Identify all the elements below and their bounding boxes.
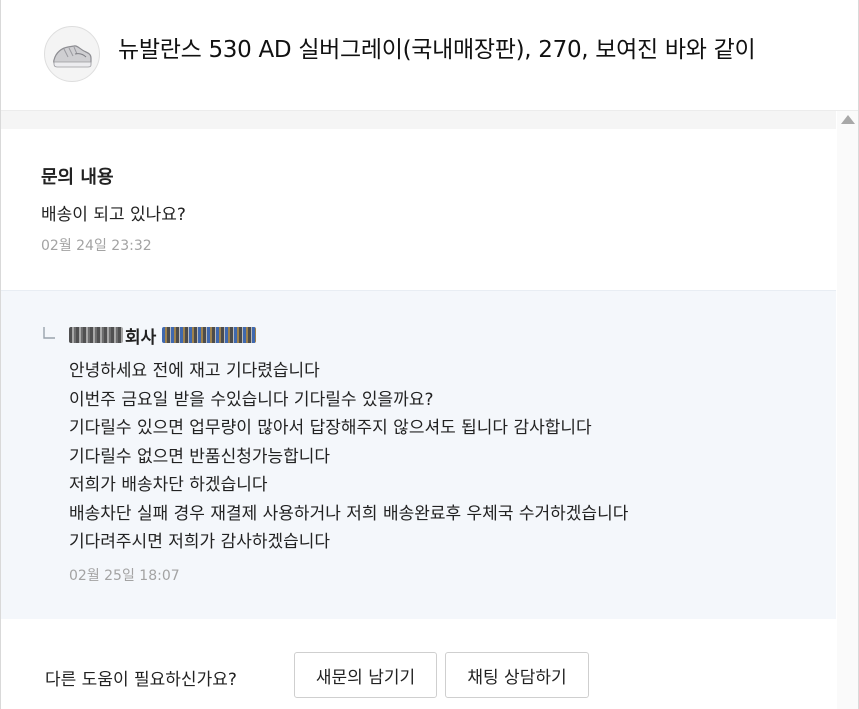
answer-line: 기다려주시면 저희가 감사하겠습니다: [69, 532, 331, 552]
answer-line: 배송차단 실패 경우 재결제 사용하거나 저희 배송완료후 우체국 수거하겠습니…: [69, 503, 629, 524]
seller-name-suffix: 회사: [125, 327, 157, 348]
product-thumbnail: [44, 26, 100, 82]
scroll-up-arrow-icon[interactable]: [841, 115, 855, 124]
question-label: 문의 내용: [41, 167, 114, 188]
inquiry-detail-window: 뉴발란스 530 AD 실버그레이(국내매장판), 270, 보여진 바와 같이…: [0, 0, 859, 709]
vertical-scrollbar[interactable]: [837, 111, 858, 709]
inquiry-content: 문의 내용 배송이 되고 있나요? 02월 24일 23:32 회사 안녕하세요…: [1, 129, 836, 709]
answer-line: 기다릴수 없으면 반품신청가능합니다: [69, 446, 331, 467]
question-date: 02월 24일 23:32: [41, 238, 152, 254]
product-title: 뉴발란스 530 AD 실버그레이(국내매장판), 270, 보여진 바와 같이: [118, 37, 756, 63]
answer-line: 기다릴수 있으면 업무량이 많아서 답장해주지 않으셔도 됩니다 감사합니다: [69, 418, 592, 438]
new-inquiry-button[interactable]: 새문의 남기기: [294, 652, 437, 698]
help-prompt: 다른 도움이 필요하신가요?: [45, 670, 237, 690]
seller-name-redacted: [162, 327, 257, 343]
product-header: 뉴발란스 530 AD 실버그레이(국내매장판), 270, 보여진 바와 같이: [1, 0, 858, 111]
answer-line: 저희가 배송차단 하겠습니다: [69, 475, 268, 495]
answer-text: 안녕하세요 전에 재고 기다렸습니다 이번주 금요일 받을 수있습니다 기다릴수…: [69, 357, 628, 557]
answer-block: 회사 안녕하세요 전에 재고 기다렸습니다 이번주 금요일 받을 수있습니다 기…: [1, 290, 836, 619]
section-divider: [1, 111, 836, 129]
answer-line: 이번주 금요일 받을 수있습니다 기다릴수 있을까요?: [69, 389, 434, 410]
question-text: 배송이 되고 있나요?: [41, 205, 186, 225]
seller-name-redacted: [69, 327, 123, 343]
chat-consult-button[interactable]: 채팅 상담하기: [445, 652, 589, 698]
sneaker-icon: [53, 45, 92, 68]
seller-name: 회사: [69, 323, 257, 348]
answer-line: 안녕하세요 전에 재고 기다렸습니다: [69, 361, 320, 381]
answer-date: 02월 25일 18:07: [69, 568, 180, 584]
reply-arrow-icon: [42, 325, 56, 344]
